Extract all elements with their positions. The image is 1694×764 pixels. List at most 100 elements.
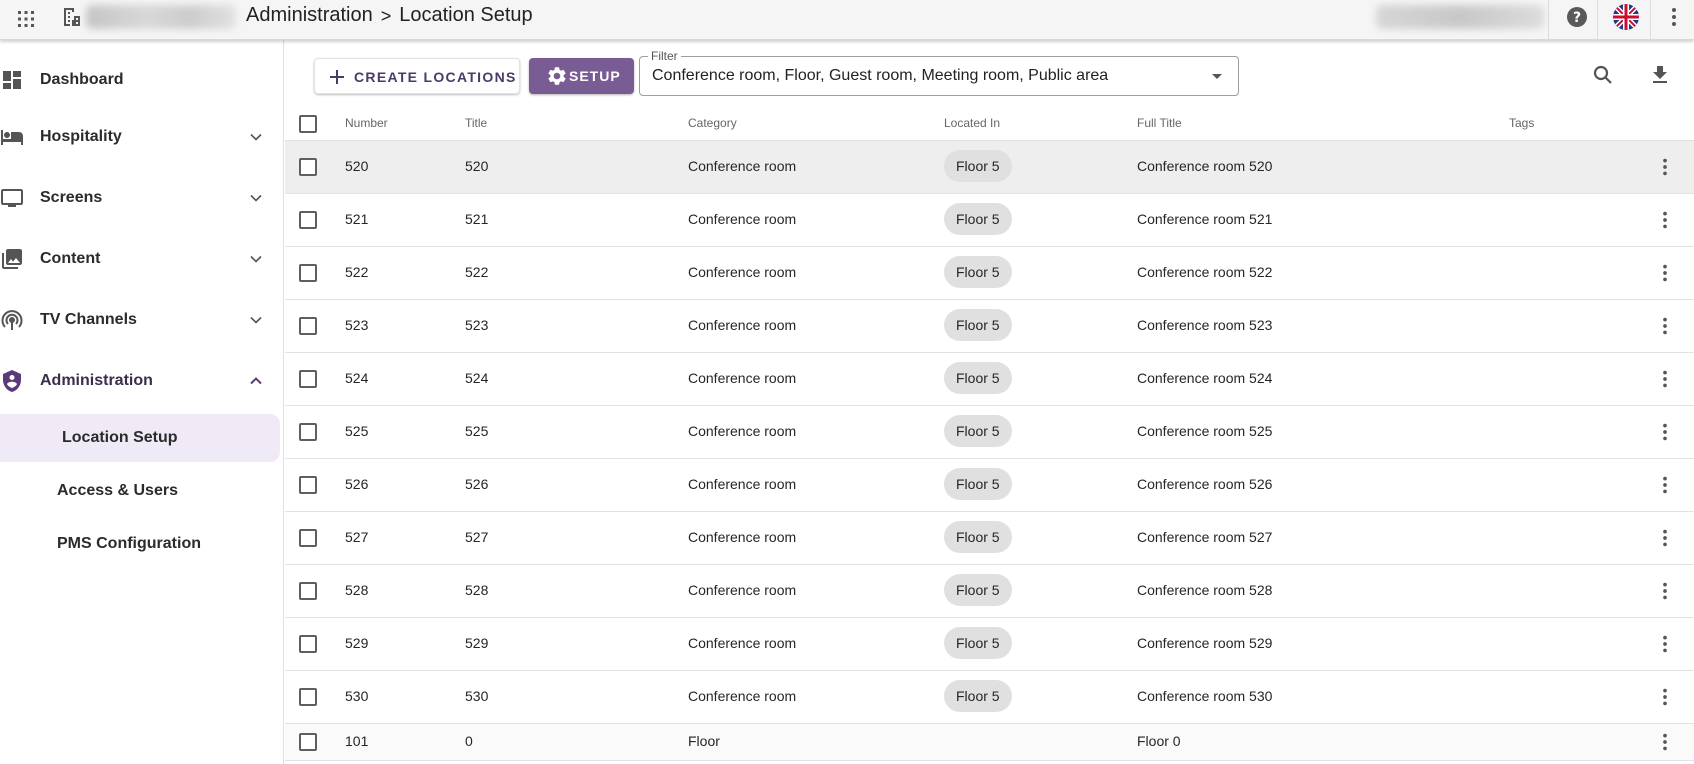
- sidebar-item-label: Administration: [40, 372, 153, 389]
- row-checkbox[interactable]: [299, 264, 317, 282]
- table-row[interactable]: 101 0 Floor Floor 0: [285, 724, 1694, 761]
- bed-icon: [0, 125, 26, 149]
- row-more-vert-icon[interactable]: [1654, 156, 1676, 178]
- cell-number: 101: [345, 733, 369, 749]
- row-more-vert-icon[interactable]: [1654, 580, 1676, 602]
- column-header-number[interactable]: Number: [345, 116, 388, 130]
- row-more-vert-icon[interactable]: [1654, 527, 1676, 549]
- property-name-redacted: [86, 5, 236, 29]
- table-row[interactable]: 530 530 Conference room Floor 5 Conference r…: [285, 671, 1694, 724]
- row-more-vert-icon[interactable]: [1654, 686, 1676, 708]
- located-in-chip[interactable]: Floor 5: [944, 362, 1012, 394]
- located-in-chip[interactable]: Floor 5: [944, 415, 1012, 447]
- row-checkbox[interactable]: [299, 635, 317, 653]
- cell-number: 527: [345, 529, 369, 545]
- row-more-vert-icon[interactable]: [1654, 633, 1676, 655]
- located-in-chip[interactable]: Floor 5: [944, 150, 1012, 182]
- sidebar-subitem-location-setup[interactable]: Location Setup: [0, 414, 280, 462]
- cell-full-title: Conference room 522: [1137, 264, 1273, 280]
- row-more-vert-icon[interactable]: [1654, 368, 1676, 390]
- chevron-down-icon[interactable]: [246, 127, 266, 147]
- sidebar-subitem-access-users[interactable]: Access & Users: [0, 467, 280, 515]
- search-icon[interactable]: [1591, 63, 1615, 87]
- cell-category: Conference room: [688, 529, 797, 545]
- create-locations-button[interactable]: CREATE LOCATIONS: [314, 58, 520, 94]
- row-checkbox[interactable]: [299, 733, 317, 751]
- table-row[interactable]: 528 528 Conference room Floor 5 Conference r…: [285, 565, 1694, 618]
- column-header-located-in[interactable]: Located In: [944, 116, 1000, 130]
- located-in-chip[interactable]: Floor 5: [944, 574, 1012, 606]
- located-in-chip[interactable]: Floor 5: [944, 468, 1012, 500]
- sidebar-item-label: Screens: [40, 189, 103, 206]
- caret-down-icon[interactable]: [1208, 67, 1226, 85]
- row-more-vert-icon[interactable]: [1654, 474, 1676, 496]
- located-in-chip[interactable]: Floor 5: [944, 256, 1012, 288]
- table-row[interactable]: 524 524 Conference room Floor 5 Conference r…: [285, 353, 1694, 406]
- sidebar-subitem-label: PMS Configuration: [57, 535, 201, 552]
- row-checkbox[interactable]: [299, 423, 317, 441]
- column-header-title[interactable]: Title: [465, 116, 487, 130]
- filter-select[interactable]: Filter Conference room, Floor, Guest roo…: [639, 49, 1239, 96]
- top-app-bar: Administration > Location Setup ?: [0, 0, 1694, 40]
- row-checkbox[interactable]: [299, 370, 317, 388]
- table-row[interactable]: 522 522 Conference room Floor 5 Conference r…: [285, 247, 1694, 300]
- hotel-building-icon: [60, 5, 84, 29]
- row-more-vert-icon[interactable]: [1654, 209, 1676, 231]
- column-header-full-title[interactable]: Full Title: [1137, 116, 1182, 130]
- sidebar-subitem-label: Location Setup: [62, 429, 178, 446]
- apps-grid-icon[interactable]: [14, 7, 38, 31]
- row-checkbox[interactable]: [299, 211, 317, 229]
- table-row[interactable]: 525 525 Conference room Floor 5 Conference r…: [285, 406, 1694, 459]
- chevron-up-icon[interactable]: [246, 371, 266, 391]
- located-in-chip[interactable]: Floor 5: [944, 309, 1012, 341]
- cell-category: Conference room: [688, 582, 797, 598]
- table-row[interactable]: 520 520 Conference room Floor 5 Conference r…: [285, 141, 1694, 194]
- table-row[interactable]: 529 529 Conference room Floor 5 Conference r…: [285, 618, 1694, 671]
- table-row[interactable]: 527 527 Conference room Floor 5 Conference r…: [285, 512, 1694, 565]
- sidebar-item-dashboard[interactable]: Dashboard: [0, 56, 280, 104]
- sidebar-item-tv-channels[interactable]: TV Channels: [0, 296, 280, 344]
- located-in-chip[interactable]: Floor 5: [944, 680, 1012, 712]
- table-row[interactable]: 521 521 Conference room Floor 5 Conference r…: [285, 194, 1694, 247]
- row-checkbox[interactable]: [299, 582, 317, 600]
- row-checkbox[interactable]: [299, 317, 317, 335]
- sidebar-item-administration[interactable]: Administration: [0, 357, 280, 405]
- row-more-vert-icon[interactable]: [1654, 262, 1676, 284]
- chevron-down-icon[interactable]: [246, 188, 266, 208]
- download-icon[interactable]: [1648, 63, 1672, 87]
- row-more-vert-icon[interactable]: [1654, 315, 1676, 337]
- located-in-chip[interactable]: Floor 5: [944, 627, 1012, 659]
- sidebar-item-screens[interactable]: Screens: [0, 174, 280, 222]
- help-icon[interactable]: ?: [1565, 5, 1589, 29]
- select-all-checkbox[interactable]: [299, 115, 317, 133]
- row-checkbox[interactable]: [299, 158, 317, 176]
- column-header-tags[interactable]: Tags: [1509, 116, 1534, 130]
- table-row[interactable]: 526 526 Conference room Floor 5 Conference r…: [285, 459, 1694, 512]
- chevron-down-icon[interactable]: [246, 249, 266, 269]
- row-checkbox[interactable]: [299, 476, 317, 494]
- row-checkbox[interactable]: [299, 529, 317, 547]
- table-row[interactable]: 523 523 Conference room Floor 5 Conference r…: [285, 300, 1694, 353]
- filter-value: Conference room, Floor, Guest room, Meet…: [652, 67, 1109, 84]
- located-in-chip[interactable]: Floor 5: [944, 521, 1012, 553]
- row-more-vert-icon[interactable]: [1654, 421, 1676, 443]
- breadcrumb-current: Location Setup: [399, 4, 533, 26]
- breadcrumb-parent[interactable]: Administration: [246, 4, 373, 27]
- located-in-chip[interactable]: Floor 5: [944, 203, 1012, 235]
- sidebar-item-hospitality[interactable]: Hospitality: [0, 113, 280, 161]
- row-checkbox[interactable]: [299, 688, 317, 706]
- more-vert-icon[interactable]: [1662, 5, 1686, 29]
- broadcast-icon: [0, 308, 26, 332]
- row-more-vert-icon[interactable]: [1654, 731, 1676, 753]
- cell-title: 528: [465, 582, 489, 598]
- column-header-category[interactable]: Category: [688, 116, 737, 130]
- setup-button[interactable]: SETUP: [529, 58, 634, 94]
- sidebar-item-content[interactable]: Content: [0, 235, 280, 283]
- sidebar-subitem-pms-configuration[interactable]: PMS Configuration: [0, 520, 280, 568]
- chevron-down-icon[interactable]: [246, 310, 266, 330]
- divider: [1597, 0, 1598, 40]
- sidebar-subitem-label: Access & Users: [57, 482, 178, 499]
- uk-flag-icon[interactable]: [1613, 4, 1639, 30]
- sidebar-item-label: TV Channels: [40, 311, 137, 328]
- cell-category: Conference room: [688, 211, 797, 227]
